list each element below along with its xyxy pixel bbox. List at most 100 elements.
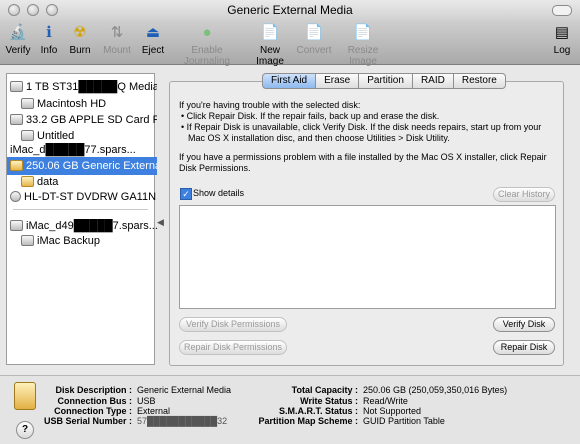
sidebar-item-label: iMac_d█████77.spars...: [10, 144, 136, 156]
mount-icon: ⇅: [110, 24, 124, 41]
eject-label: Eject: [141, 45, 165, 56]
sd-card-icon: [10, 114, 23, 125]
clear-history-button[interactable]: Clear History: [493, 187, 555, 202]
verify-disk-permissions-button[interactable]: Verify Disk Permissions: [179, 317, 287, 332]
total-capacity-label: Total Capacity :: [291, 385, 358, 395]
first-aid-bullet-verify-cont: Mac OS X installation disc, and then cho…: [188, 133, 450, 143]
smart-status-label: S.M.A.R.T. Status :: [278, 406, 358, 416]
resize-image-button[interactable]: 📄 Resize Image: [334, 22, 392, 67]
connection-bus-label: Connection Bus :: [57, 396, 133, 406]
sidebar-item-label: 250.06 GB Generic Externa...: [26, 160, 157, 172]
smart-status-value: Not Supported: [363, 406, 422, 416]
external-disk-icon: [10, 160, 23, 171]
permissions-note: If you have a permissions problem with a…: [179, 152, 547, 162]
info-icon: ℹ: [46, 24, 52, 41]
write-status-label: Write Status :: [300, 396, 358, 406]
new-image-button[interactable]: 📄 New Image: [246, 22, 294, 67]
disk-description-value: Generic External Media: [137, 385, 232, 395]
partition-map-scheme-label: Partition Map Scheme :: [258, 416, 358, 426]
burn-icon: ☢: [73, 24, 87, 41]
total-capacity-value: 250.06 GB (250,059,350,016 Bytes): [363, 385, 508, 395]
burn-button[interactable]: ☢ Burn: [66, 22, 94, 56]
microscope-icon: 🔬: [8, 24, 28, 41]
usb-serial-number-label: USB Serial Number :: [43, 416, 132, 426]
sidebar-item-imac-backup[interactable]: iMac Backup: [7, 232, 168, 250]
first-aid-intro: If you're having trouble with the select…: [179, 100, 361, 110]
log-icon: ▤: [554, 24, 570, 41]
resize-image-icon: 📄: [353, 24, 373, 41]
volume-icon: [21, 176, 34, 187]
external-disk-icon: [14, 382, 36, 410]
eject-icon: ⏏: [145, 24, 161, 41]
disk-description-label: Disk Description :: [55, 385, 132, 395]
log-details-area[interactable]: [179, 205, 556, 309]
mount-label: Mount: [103, 45, 131, 56]
repair-disk-permissions-button[interactable]: Repair Disk Permissions: [179, 340, 287, 355]
new-image-label: New Image: [256, 45, 284, 67]
sidebar-item-label: iMac Backup: [37, 235, 100, 247]
tab-restore[interactable]: Restore: [453, 73, 506, 89]
volume-icon: [21, 235, 34, 246]
connection-bus-value: USB: [137, 396, 156, 406]
log-button[interactable]: ▤ Log: [550, 22, 574, 56]
new-image-icon: 📄: [260, 24, 280, 41]
sidebar-item-label: HL-DT-ST DVDRW GA11N: [24, 191, 157, 203]
permissions-note-cont: Disk Permissions.: [179, 163, 251, 173]
repair-disk-button[interactable]: Repair Disk: [493, 340, 555, 355]
convert-button[interactable]: 📄 Convert: [296, 22, 332, 56]
tab-first-aid[interactable]: First Aid: [262, 73, 317, 89]
eject-button[interactable]: ⏏ Eject: [139, 22, 167, 56]
tab-bar: First Aid Erase Partition RAID Restore: [262, 73, 506, 89]
help-button[interactable]: ?: [16, 421, 34, 439]
info-button[interactable]: ℹ Info: [36, 22, 62, 56]
sidebar-item-dvdrw[interactable]: HL-DT-ST DVDRW GA11N: [7, 188, 157, 206]
first-aid-bullet-repair: • Click Repair Disk. If the repair fails…: [181, 111, 440, 121]
first-aid-bullet-verify: • If Repair Disk is unavailable, click V…: [181, 122, 542, 132]
resize-image-label: Resize Image: [347, 45, 379, 67]
sidebar-item-label: data: [37, 176, 59, 188]
disk-utility-window: Generic External Media 🔬 Verify ℹ Info ☢…: [0, 0, 580, 444]
disk-list: 1 TB ST31█████Q Media Macintosh HD 33.2 …: [6, 73, 157, 365]
usb-serial-number-value: 57███████████32: [137, 416, 228, 426]
sidebar-item-label: iMac_d49█████7.spars...: [26, 220, 157, 232]
volume-icon: [21, 130, 34, 141]
tab-raid[interactable]: RAID: [412, 73, 454, 89]
sidebar-item-1tb-media[interactable]: 1 TB ST31█████Q Media: [7, 78, 157, 96]
mount-button[interactable]: ⇅ Mount: [101, 22, 133, 56]
partition-map-scheme-value: GUID Partition Table: [363, 416, 445, 426]
info-label: Info: [40, 45, 58, 56]
sidebar-item-label: 33.2 GB APPLE SD Card Re...: [26, 114, 157, 126]
sidebar-resize-handle-icon[interactable]: ◀: [157, 217, 164, 228]
window-title: Generic External Media: [227, 3, 353, 17]
enable-journaling-button[interactable]: ● Enable Journaling: [171, 22, 243, 67]
tab-erase[interactable]: Erase: [316, 73, 360, 89]
verify-button[interactable]: 🔬 Verify: [2, 22, 34, 56]
minimize-button[interactable]: [27, 4, 39, 16]
optical-drive-icon: [10, 191, 21, 202]
verify-disk-button[interactable]: Verify Disk: [493, 317, 555, 332]
sidebar-item-label: 1 TB ST31█████Q Media: [26, 81, 157, 93]
toolbar: 🔬 Verify ℹ Info ☢ Burn ⇅ Mount ⏏ Eject ●…: [0, 20, 580, 67]
disk-image-icon: [10, 220, 23, 231]
sidebar-divider: [13, 209, 148, 210]
show-details-label: Show details: [193, 188, 245, 198]
convert-icon: 📄: [304, 24, 324, 41]
title-bar: Generic External Media: [0, 0, 580, 22]
zoom-button[interactable]: [46, 4, 58, 16]
toolbar-toggle-button[interactable]: [552, 5, 572, 16]
volume-icon: [21, 98, 34, 109]
journaling-icon: ●: [202, 24, 212, 41]
verify-label: Verify: [5, 45, 31, 56]
enable-journaling-label: Enable Journaling: [183, 45, 231, 67]
log-label: Log: [553, 45, 571, 56]
connection-type-label: Connection Type :: [54, 406, 132, 416]
convert-label: Convert: [296, 45, 332, 56]
sidebar-item-label: Macintosh HD: [37, 98, 107, 110]
tab-partition[interactable]: Partition: [359, 73, 413, 89]
write-status-value: Read/Write: [363, 396, 408, 406]
burn-label: Burn: [69, 45, 91, 56]
hard-disk-icon: [10, 81, 23, 92]
connection-type-value: External: [137, 406, 171, 416]
close-button[interactable]: [8, 4, 20, 16]
show-details-checkbox[interactable]: ✓: [180, 188, 192, 200]
